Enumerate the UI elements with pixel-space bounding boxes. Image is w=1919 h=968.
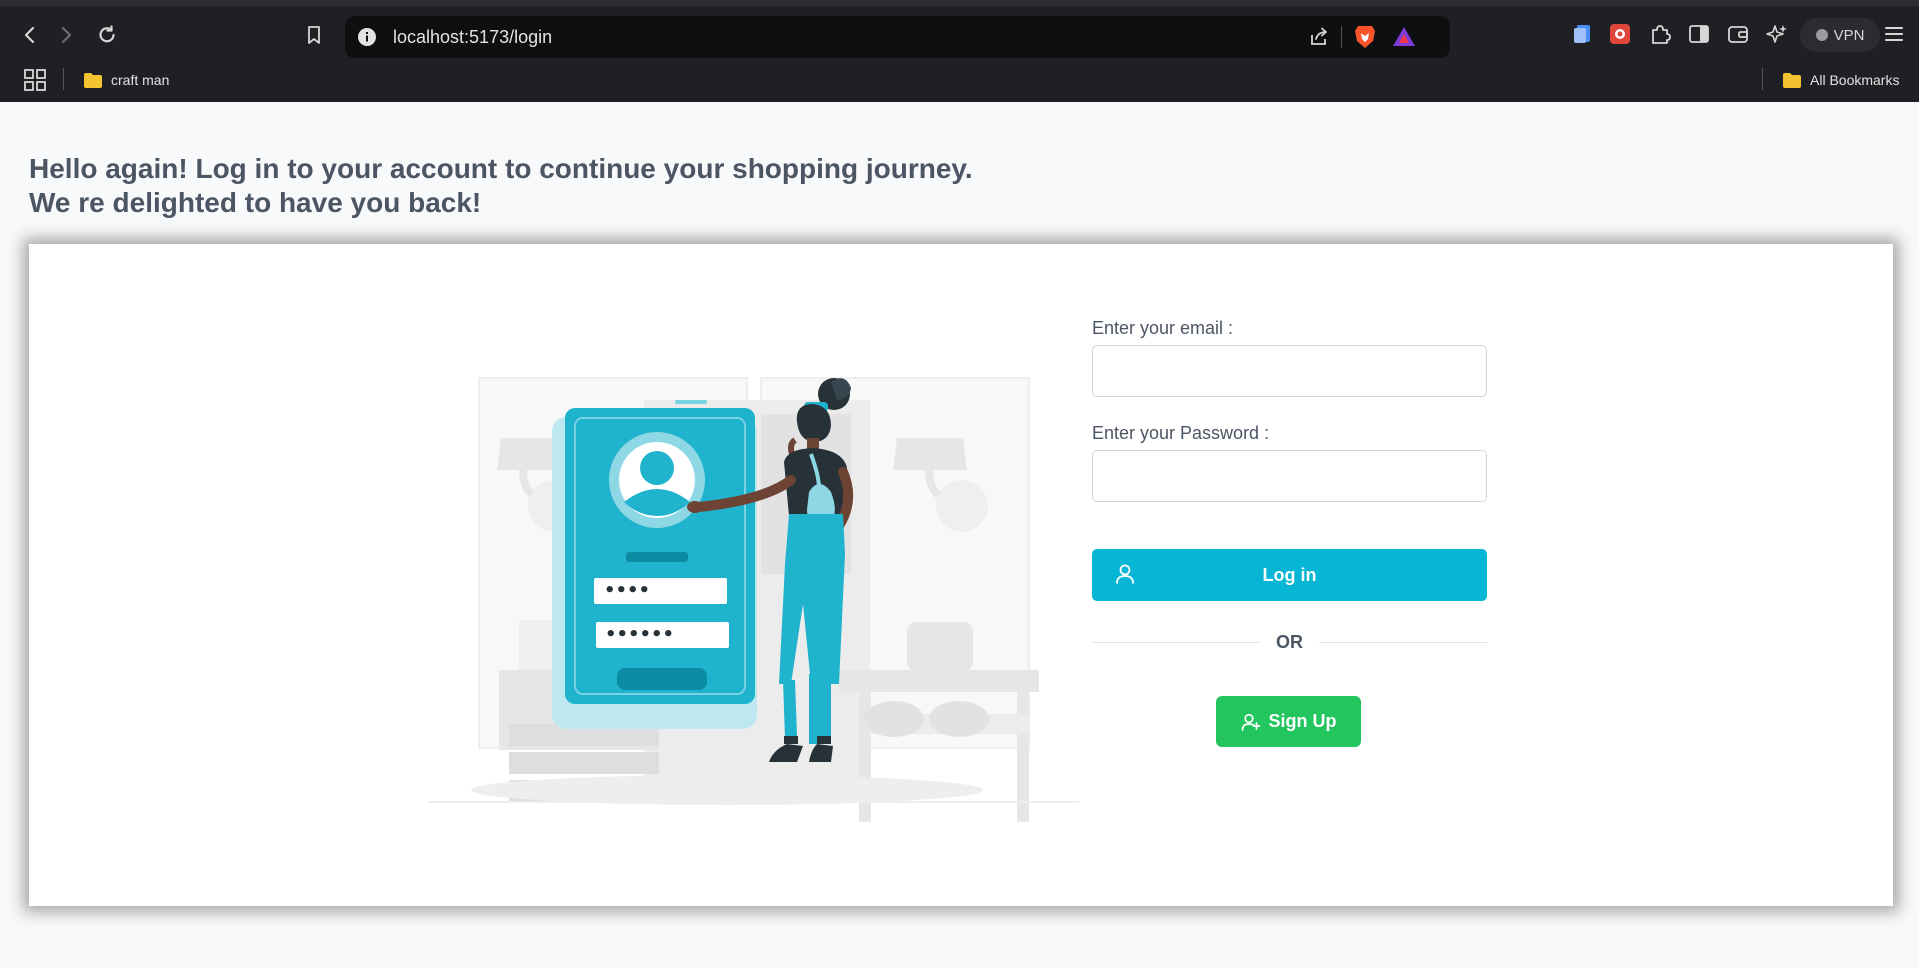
or-divider: OR [1092,630,1487,654]
bookmarks-bar: craft man All Bookmarks [0,58,1919,102]
user-icon [1116,564,1134,584]
login-button-label: Log in [1262,564,1317,585]
password-label: Enter your Password : [1092,423,1270,443]
or-line-left [1092,641,1260,643]
folder-icon [84,72,102,88]
vpn-status-icon [1815,29,1828,41]
extensions-puzzle-icon[interactable] [1648,22,1672,46]
site-info-icon[interactable] [357,27,377,47]
phone-button-shape [617,668,707,690]
pin-mask-text: •••• [604,580,650,601]
login-form: Enter your email : Enter your Password :… [1092,318,1487,652]
user-plus-icon [1241,713,1260,731]
login-button[interactable]: Log in [1092,549,1487,601]
brave-shields-icon[interactable] [1353,24,1377,50]
bookmark-page-button[interactable] [296,17,332,53]
leo-ai-icon[interactable] [1765,22,1789,46]
all-bookmarks-divider [1762,68,1763,90]
bookmarks-divider [63,68,64,90]
share-icon[interactable] [1308,26,1330,48]
vpn-button[interactable]: VPN [1800,18,1880,52]
forward-arrow-icon [61,26,72,44]
brave-rewards-icon[interactable] [1391,25,1417,49]
all-bookmarks-button[interactable]: All Bookmarks [1782,68,1899,92]
wallet-icon[interactable] [1726,22,1750,46]
floor-shadow-shape [471,775,983,805]
login-illustration-graphic: •••• •••••• [429,377,1079,822]
email-field[interactable] [1092,345,1487,397]
browser-toolbar: localhost:5173/login VPN [0,0,1919,58]
bookmark-label: craft man [111,72,170,88]
or-line-right [1319,641,1487,643]
back-button[interactable] [12,17,48,53]
signup-button-label: Sign Up [1268,711,1337,731]
back-arrow-icon [24,26,35,44]
vpn-label: VPN [1833,26,1865,44]
bookmark-item[interactable]: craft man [83,68,169,92]
url-text[interactable]: localhost:5173/login [393,27,552,48]
or-label: OR [1276,631,1303,652]
avatar-head-shape [640,451,674,485]
reload-icon [99,25,115,43]
heading-line-1: Hello again! Log in to your account to c… [29,153,973,184]
email-label: Enter your email : [1092,318,1234,338]
all-bookmarks-label: All Bookmarks [1810,72,1900,88]
bookmark-icon [308,26,320,44]
address-bar[interactable]: localhost:5173/login [345,16,1450,58]
lamp-right-shape [893,438,967,470]
apps-grid-icon[interactable] [22,67,48,93]
extension-docs-icon[interactable] [1570,22,1594,46]
menu-icon[interactable] [1882,22,1906,46]
forward-button[interactable] [48,17,84,53]
sidebar-toggle-icon[interactable] [1687,22,1711,46]
heading-line-2: We re delighted to have you back! [29,187,482,218]
password-mask-text: •••••• [605,624,674,645]
omnibox-divider [1341,26,1342,48]
extension-red-icon[interactable] [1608,22,1632,46]
reload-button[interactable] [89,17,125,53]
password-field[interactable] [1092,450,1487,502]
login-illustration: •••• •••••• [399,304,1099,824]
signup-button[interactable]: Sign Up [1216,696,1361,747]
login-card: •••• •••••• Enter your email: Enter you… [29,244,1893,906]
folder-icon [1783,72,1801,88]
page-heading: Hello again! Log in to your account to c… [29,152,1129,220]
